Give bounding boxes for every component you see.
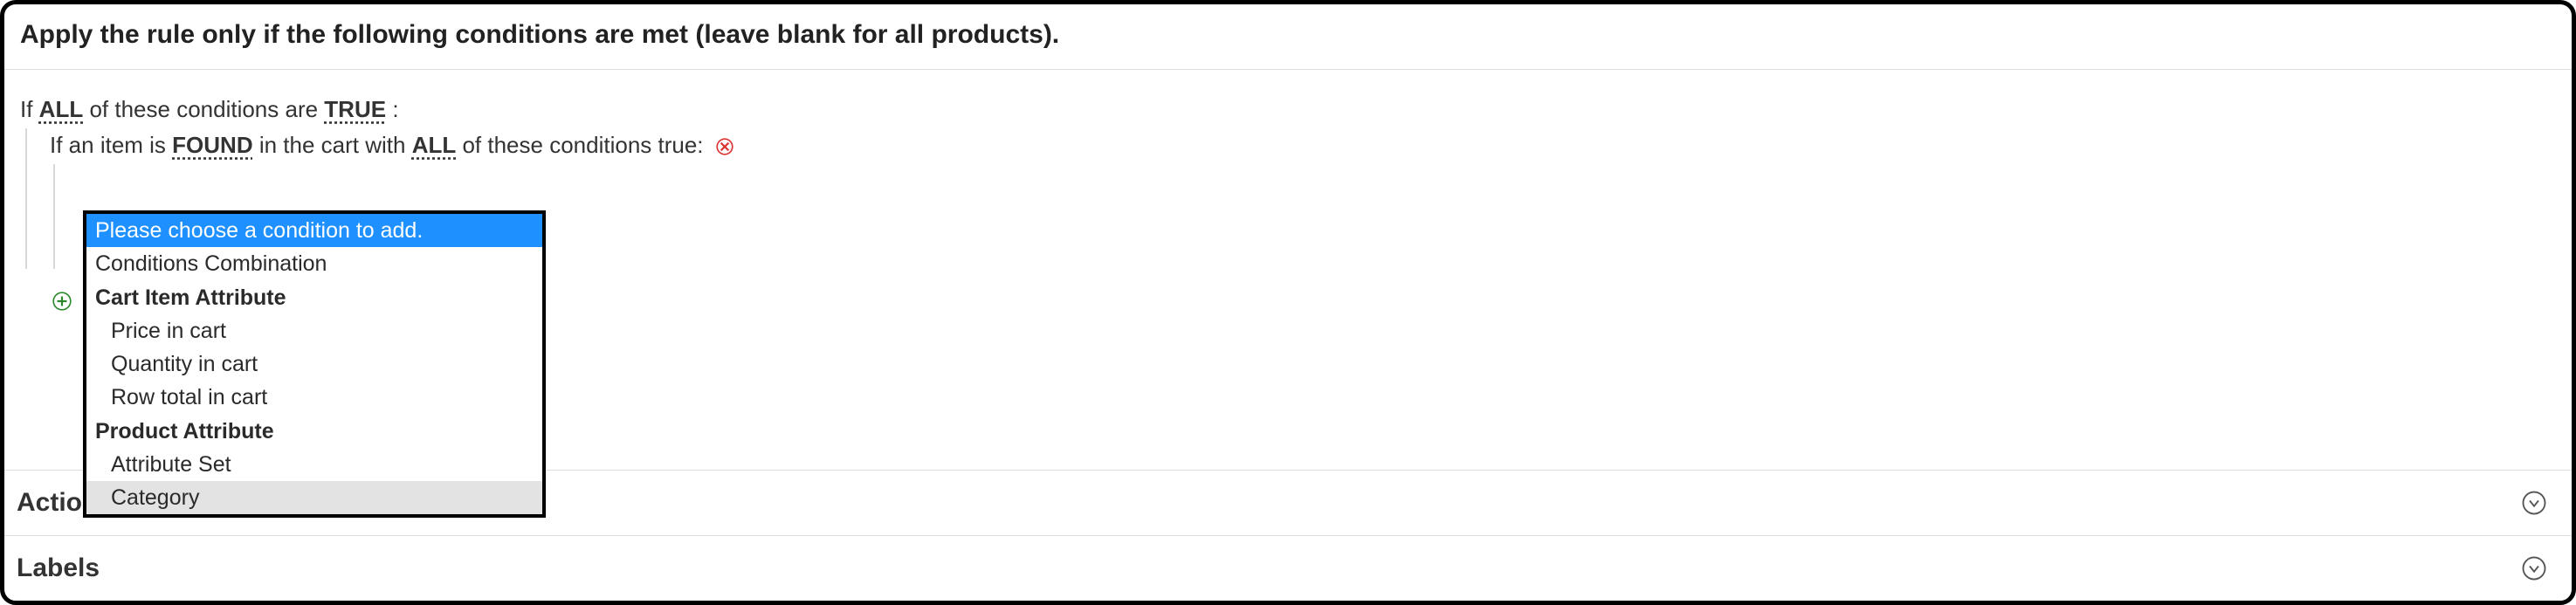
- dropdown-optgroup: Product Attribute: [86, 415, 542, 448]
- add-condition-icon[interactable]: [52, 291, 72, 312]
- dropdown-placeholder[interactable]: Please choose a condition to add.: [86, 214, 542, 247]
- dropdown-option[interactable]: Row total in cart: [86, 381, 542, 414]
- dropdown-option[interactable]: Attribute Set: [86, 448, 542, 481]
- text: :: [392, 96, 398, 122]
- dropdown-option[interactable]: Category: [86, 481, 542, 514]
- dropdown-option[interactable]: Conditions Combination: [86, 247, 542, 280]
- dropdown-optgroup: Cart Item Attribute: [86, 281, 542, 314]
- value-selector[interactable]: TRUE: [324, 96, 386, 122]
- tree-connector: [53, 164, 55, 269]
- text: of these conditions are: [89, 96, 324, 122]
- add-condition-row: [52, 291, 72, 312]
- dropdown-option[interactable]: Price in cart: [86, 314, 542, 347]
- text: If: [20, 96, 39, 122]
- rule-conditions-panel: Apply the rule only if the following con…: [0, 0, 2576, 605]
- condition-type-dropdown[interactable]: Please choose a condition to add. Condit…: [83, 210, 546, 518]
- dropdown-option[interactable]: Quantity in cart: [86, 347, 542, 381]
- root-condition-line: If ALL of these conditions are TRUE :: [20, 96, 2556, 123]
- text: If an item is: [50, 132, 172, 158]
- subcondition-line: If an item is FOUND in the cart with ALL…: [46, 132, 2556, 159]
- text: of these conditions true:: [462, 132, 703, 158]
- accordion-labels[interactable]: Labels: [4, 536, 2572, 601]
- conditions-section-title: Apply the rule only if the following con…: [4, 13, 2572, 70]
- text: in the cart with: [259, 132, 412, 158]
- aggregator-selector[interactable]: ALL: [412, 132, 457, 158]
- accordion-label: Labels: [17, 553, 100, 583]
- found-selector[interactable]: FOUND: [172, 132, 252, 158]
- chevron-down-icon: [2519, 488, 2549, 518]
- chevron-down-icon: [2519, 553, 2549, 583]
- tree-connector: [25, 128, 27, 269]
- aggregator-selector[interactable]: ALL: [39, 96, 84, 122]
- remove-condition-icon[interactable]: [715, 137, 734, 156]
